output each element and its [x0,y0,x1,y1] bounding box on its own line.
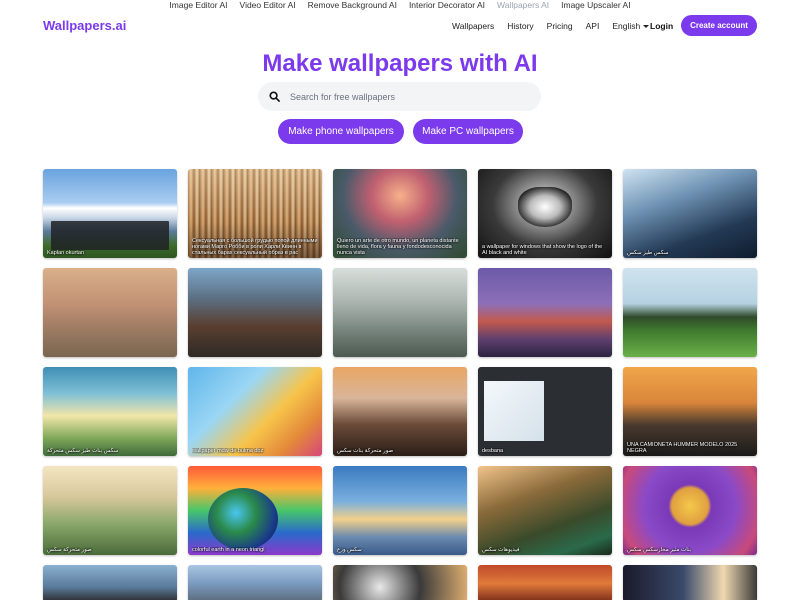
search-icon [269,91,280,102]
wallpaper-thumbnail [188,268,322,357]
wallpaper-thumbnail [188,367,322,456]
wallpaper-thumbnail [333,466,467,555]
wallpaper-thumbnail [623,268,757,357]
topbar-link-remove-background[interactable]: Remove Background AI [308,0,397,11]
wallpaper-thumbnail [43,466,177,555]
wallpaper-caption: Quiero un arte de otro mundo, un planeta… [337,238,459,256]
wallpaper-card[interactable]: سكس بنات طيز سكس متحركة [43,367,177,456]
wallpaper-card[interactable] [188,268,322,357]
make-phone-wallpapers-button[interactable]: Make phone wallpapers [278,119,404,144]
wallpaper-card[interactable] [333,268,467,357]
search-input[interactable] [290,88,530,105]
wallpaper-thumbnail [43,268,177,357]
wallpaper-card[interactable]: سكس طيز سكس [623,169,757,258]
wallpaper-card[interactable] [478,268,612,357]
language-dropdown[interactable]: English [612,21,650,31]
nav-link-api[interactable]: API [586,21,600,31]
wallpaper-card[interactable] [333,565,467,600]
wallpaper-caption: سكس طيز سكس [627,250,669,256]
wallpaper-card[interactable]: Quiero un arte de otro mundo, un planeta… [333,169,467,258]
wallpaper-caption: فيديوهات سكس [482,547,520,553]
wallpaper-thumbnail [43,565,177,600]
nav-link-history[interactable]: History [507,21,533,31]
wallpaper-caption: Сексуальная с большой грудью попой длинн… [192,238,318,256]
product-switcher-bar: Image Editor AI Video Editor AI Remove B… [0,0,800,11]
wallpaper-caption: بنات مثير مخارسكس سكس [627,547,692,553]
create-account-button[interactable]: Create account [681,15,757,36]
topbar-link-wallpapers[interactable]: Wallpapers AI [497,0,549,11]
wallpaper-card[interactable]: فيديوهات سكس [478,466,612,555]
nav-links: Wallpapers History Pricing API English [452,21,662,31]
wallpaper-card[interactable] [43,268,177,357]
wallpaper-caption: wallpaper mdw de bulma dbz [192,448,264,454]
wallpaper-card[interactable]: UNA CAMIONETA HUMMER MODELO 2025 NEGRA [623,367,757,456]
wallpaper-thumbnail [478,565,612,600]
wallpaper-gallery: Kaplan okurtan Сексуальная с большой гру… [43,169,757,600]
wallpaper-caption: desbana [482,448,504,454]
wallpaper-card[interactable]: بنات مثير مخارسكس سكس [623,466,757,555]
wallpaper-caption: Kaplan okurtan [47,250,84,256]
wallpaper-caption: UNA CAMIONETA HUMMER MODELO 2025 NEGRA [627,442,738,454]
login-link[interactable]: Login [650,21,673,31]
site-logo[interactable]: Wallpapers.ai [43,18,126,33]
wallpaper-card[interactable]: سكس ورع [333,466,467,555]
topbar-link-image-editor[interactable]: Image Editor AI [169,0,227,11]
wallpaper-caption: a wallpaper for windows that show the lo… [482,244,603,256]
wallpaper-thumbnail [478,466,612,555]
topbar-link-image-upscaler[interactable]: Image Upscaler AI [561,0,630,11]
nav-link-wallpapers[interactable]: Wallpapers [452,21,494,31]
main-navigation: Wallpapers.ai Wallpapers History Pricing… [0,14,800,40]
wallpaper-card[interactable] [188,565,322,600]
wallpaper-caption: صور متحركة سكس [47,547,92,553]
wallpaper-thumbnail [623,169,757,258]
wallpaper-caption: سكس بنات طيز سكس متحركة [47,448,119,454]
wallpaper-thumbnail [333,367,467,456]
wallpaper-thumbnail [623,466,757,555]
wallpaper-thumbnail [333,565,467,600]
wallpaper-card[interactable] [43,565,177,600]
wallpaper-card[interactable] [623,565,757,600]
wallpaper-thumbnail [478,268,612,357]
wallpaper-card[interactable] [623,268,757,357]
topbar-link-interior-decorator[interactable]: Interior Decorator AI [409,0,485,11]
wallpaper-card[interactable]: Kaplan okurtan [43,169,177,258]
page-title: Make wallpapers with AI [262,50,538,77]
nav-link-pricing[interactable]: Pricing [547,21,573,31]
wallpaper-thumbnail [333,268,467,357]
wallpaper-caption: colorful earth in a neon triangl [192,547,265,553]
wallpaper-card[interactable]: a wallpaper for windows that show the lo… [478,169,612,258]
wallpaper-thumbnail [43,367,177,456]
wallpaper-card[interactable]: desbana [478,367,612,456]
wallpaper-caption: سكس ورع [337,547,362,553]
topbar-link-video-editor[interactable]: Video Editor AI [240,0,296,11]
chevron-down-icon [643,24,650,28]
wallpaper-card[interactable] [478,565,612,600]
wallpaper-caption: صور متحركة بنات سكس [337,448,394,454]
wallpaper-card[interactable]: wallpaper mdw de bulma dbz [188,367,322,456]
search-bar [258,82,541,111]
make-pc-wallpapers-button[interactable]: Make PC wallpapers [413,119,523,144]
wallpaper-card[interactable]: colorful earth in a neon triangl [188,466,322,555]
wallpaper-thumbnail [623,565,757,600]
wallpaper-thumbnail [188,565,322,600]
wallpaper-card[interactable]: Сексуальная с большой грудью попой длинн… [188,169,322,258]
language-label: English [612,21,641,31]
wallpaper-card[interactable]: صور متحركة سكس [43,466,177,555]
wallpaper-card[interactable]: صور متحركة بنات سكس [333,367,467,456]
